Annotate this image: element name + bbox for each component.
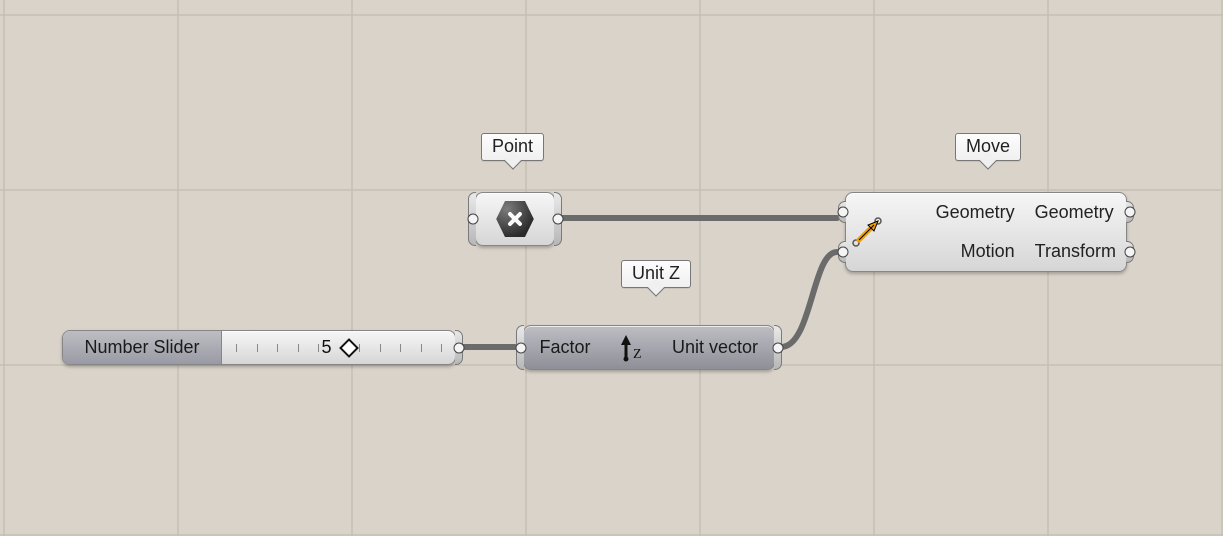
port-out[interactable] bbox=[554, 192, 562, 246]
port-out-vector[interactable] bbox=[774, 325, 782, 370]
slider-grip-icon[interactable] bbox=[339, 338, 359, 358]
output-label-geometry: Geometry bbox=[1025, 193, 1126, 232]
tooltip-text: Move bbox=[966, 136, 1010, 156]
output-label-vector: Unit vector bbox=[656, 337, 774, 358]
point-param-icon bbox=[495, 199, 535, 239]
node-unit-z[interactable]: Factor Z Unit vector bbox=[523, 325, 775, 370]
unit-z-icon: Z bbox=[606, 333, 656, 363]
slider-label: Number Slider bbox=[63, 331, 222, 364]
node-move[interactable]: Geometry Geometry Motion Transform bbox=[845, 192, 1127, 272]
node-number-slider[interactable]: Number Slider 5 bbox=[62, 330, 456, 365]
port-in[interactable] bbox=[468, 192, 476, 246]
svg-text:Z: Z bbox=[633, 347, 642, 362]
output-label-transform: Transform bbox=[1025, 232, 1126, 271]
node-canvas[interactable]: Point Unit Z Move Number Slider 5 Factor… bbox=[0, 0, 1223, 536]
port-out[interactable] bbox=[455, 330, 463, 365]
move-arrow-icon bbox=[846, 193, 888, 271]
slider-track[interactable]: 5 bbox=[222, 331, 455, 364]
port-in-motion[interactable] bbox=[838, 241, 846, 263]
tooltip-text: Point bbox=[492, 136, 533, 156]
node-point[interactable] bbox=[475, 192, 555, 246]
node-tooltip-point: Point bbox=[481, 133, 544, 161]
port-in-geometry[interactable] bbox=[838, 201, 846, 223]
port-out-transform[interactable] bbox=[1126, 241, 1134, 263]
port-in-factor[interactable] bbox=[516, 325, 524, 370]
input-label-motion: Motion bbox=[926, 232, 1025, 271]
node-tooltip-move: Move bbox=[955, 133, 1021, 161]
slider-value: 5 bbox=[321, 337, 335, 358]
port-out-geometry[interactable] bbox=[1126, 201, 1134, 223]
input-label-geometry: Geometry bbox=[926, 193, 1025, 232]
input-label-factor: Factor bbox=[524, 337, 606, 358]
tooltip-text: Unit Z bbox=[632, 263, 680, 283]
node-tooltip-unitz: Unit Z bbox=[621, 260, 691, 288]
